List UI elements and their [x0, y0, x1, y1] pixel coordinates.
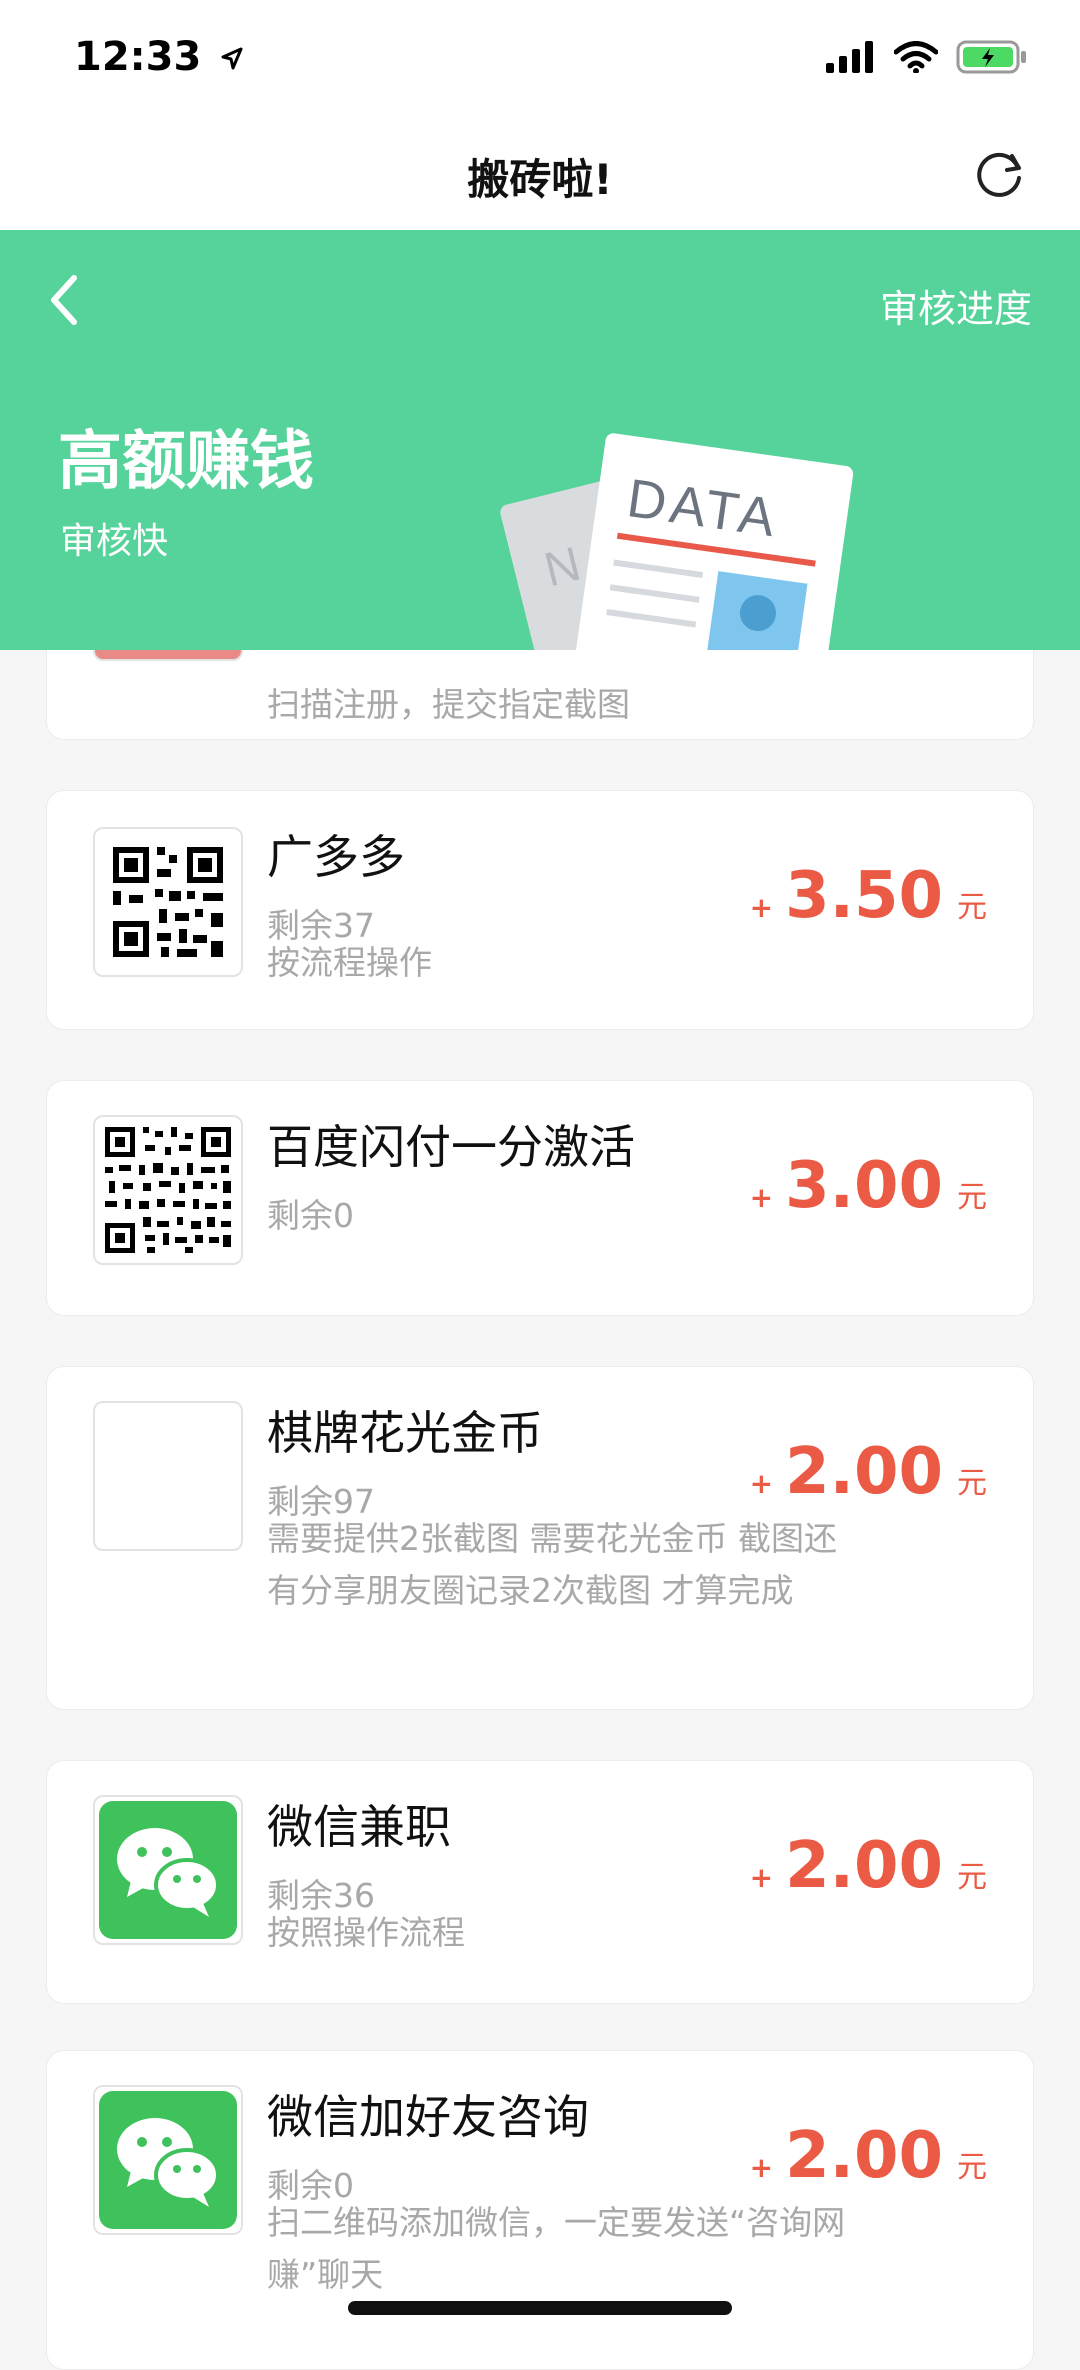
task-desc: 按照操作流程: [267, 1913, 465, 1952]
task-card[interactable]: 广多多 剩余37 按流程操作 + 3.50 元: [46, 790, 1034, 1030]
wechat-icon: [99, 1801, 237, 1939]
task-desc: 扫二维码添加微信，一定要发送“咨询网赚”聊天: [267, 2203, 846, 2294]
hero-title: 高额赚钱: [58, 425, 314, 499]
task-reward: + 3.00 元: [750, 1149, 987, 1223]
reward-unit: 元: [957, 1860, 987, 1895]
task-card[interactable]: 百度闪付一分激活 剩余0 + 3.00 元: [46, 1080, 1034, 1316]
reward-amount: 2.00: [785, 1829, 943, 1903]
task-reward: + 2.00 元: [750, 1829, 987, 1903]
task-remaining: 剩余0: [267, 1196, 354, 1235]
nav-bar: 搬砖啦!: [0, 118, 1080, 230]
reward-amount: 2.00: [785, 2119, 943, 2193]
reward-plus: +: [749, 1181, 774, 1214]
reward-amount: 2.00: [785, 1435, 943, 1509]
signal-icon: [826, 41, 873, 73]
reward-unit: 元: [957, 2150, 987, 2185]
reward-unit: 元: [957, 1466, 987, 1501]
refresh-icon[interactable]: [972, 146, 1028, 202]
task-thumbnail: [93, 1115, 243, 1265]
task-thumbnail: [93, 1401, 243, 1551]
task-thumbnail: [93, 1795, 243, 1945]
reward-unit: 元: [957, 890, 987, 925]
wechat-icon: [99, 2091, 237, 2229]
reward-plus: +: [749, 1467, 774, 1500]
reward-plus: +: [749, 2151, 774, 2184]
task-reward: + 2.00 元: [750, 1435, 987, 1509]
location-arrow-icon: [221, 47, 243, 70]
review-progress-link[interactable]: 审核进度: [880, 278, 1032, 333]
task-card[interactable]: 微信加好友咨询 剩余0 扫二维码添加微信，一定要发送“咨询网赚”聊天 + 2.0…: [46, 2050, 1034, 2370]
task-title: 微信兼职: [267, 1800, 451, 1854]
reward-amount: 3.50: [785, 859, 943, 933]
task-title: 百度闪付一分激活: [267, 1120, 635, 1174]
task-title: 棋牌花光金币: [267, 1406, 543, 1460]
reward-plus: +: [749, 1861, 774, 1894]
qr-code-icon: [105, 1127, 231, 1253]
reward-amount: 3.00: [785, 1149, 943, 1223]
hero-banner: 审核进度 高额赚钱 审核快 N DATA: [0, 230, 1080, 650]
task-card[interactable]: 微信兼职 剩余36 按照操作流程 + 2.00 元: [46, 1760, 1034, 2004]
task-card[interactable]: 棋牌花光金币 剩余97 需要提供2张截图 需要花光金币 截图还有分享朋友圈记录2…: [46, 1366, 1034, 1710]
wifi-icon: [894, 41, 938, 73]
home-indicator[interactable]: [348, 2301, 732, 2315]
status-icons: [826, 40, 1028, 74]
hero-subtitle: 审核快: [60, 521, 169, 562]
task-desc: 需要提供2张截图 需要花光金币 截图还有分享朋友圈记录2次截图 才算完成: [267, 1519, 837, 1610]
time-label: 12:33: [74, 34, 202, 80]
task-title: 微信加好友咨询: [267, 2090, 589, 2144]
page-title: 搬砖啦!: [467, 155, 613, 204]
status-time: 12:33: [74, 34, 245, 80]
task-reward: + 2.00 元: [750, 2119, 987, 2193]
task-desc: 扫描注册，提交指定截图: [267, 685, 630, 724]
task-thumbnail: [93, 827, 243, 977]
task-reward: + 3.50 元: [750, 859, 987, 933]
reward-unit: 元: [957, 1180, 987, 1215]
task-thumbnail: [93, 2085, 243, 2235]
status-bar: 12:33: [0, 0, 1080, 118]
chevron-left-icon[interactable]: [40, 270, 90, 330]
newspaper-illustration: N DATA: [500, 433, 854, 650]
task-desc: 按流程操作: [267, 943, 432, 982]
reward-plus: +: [749, 891, 774, 924]
battery-icon: [956, 40, 1026, 74]
qr-code-icon: [113, 847, 223, 957]
task-title: 广多多: [267, 830, 405, 884]
